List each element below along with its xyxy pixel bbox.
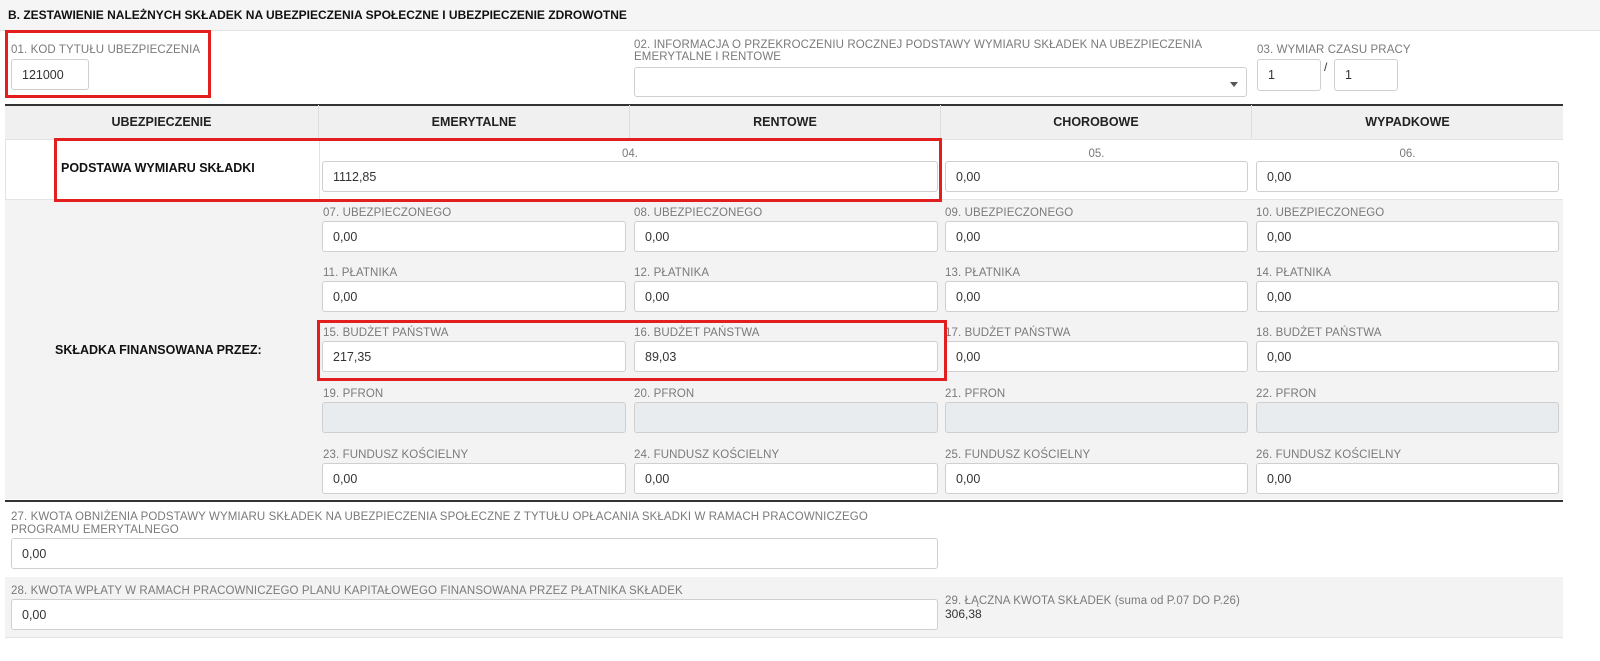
field-19-label: 19. PFRON [323,388,384,400]
field-23-input[interactable]: 0,00 [322,463,626,494]
field-23-label: 23. FUNDUSZ KOŚCIELNY [323,449,469,461]
field-21-label: 21. PFRON [945,388,1006,400]
field-12-input[interactable]: 0,00 [634,281,938,312]
field-08-input[interactable]: 0,00 [634,221,938,252]
field-10-input[interactable]: 0,00 [1256,221,1559,252]
chevron-down-icon [1230,82,1238,87]
row-divider [5,139,1563,140]
field-24-input[interactable]: 0,00 [634,463,938,494]
field-07-label: 07. UBEZPIECZONEGO [323,207,452,219]
field-05-number: 05. [1088,148,1105,160]
field-22-input [1256,402,1559,433]
header-ubezpieczenie: UBEZPIECZENIE [5,105,319,138]
field-25-input[interactable]: 0,00 [945,463,1248,494]
header-wypadkowe: WYPADKOWE [1365,114,1450,129]
skladka-divider [5,500,1563,502]
header-emerytalne: EMERYTALNE [319,105,630,138]
field-27-input[interactable]: 0,00 [11,538,938,569]
field-17-label: 17. BUDŻET PAŃSTWA [945,327,1071,339]
field-17-input[interactable]: 0,00 [945,341,1248,372]
field-07-input[interactable]: 0,00 [322,221,626,252]
field-28-label: 28. KWOTA WPŁATY W RAMACH PRACOWNICZEGO … [11,585,683,597]
field-04-number: 04. [622,148,638,160]
field-19-input [322,402,626,433]
field-14-label: 14. PŁATNIKA [1256,267,1332,279]
work-time-denominator-input[interactable]: 1 [1334,59,1398,91]
field-24-label: 24. FUNDUSZ KOŚCIELNY [634,449,780,461]
col-divider [5,139,6,199]
podstawa-06-input[interactable]: 0,00 [1256,161,1559,192]
field-15-label: 15. BUDŻET PAŃSTWA [323,327,449,339]
field-12-label: 12. PŁATNIKA [634,267,710,279]
podstawa-05-input[interactable]: 0,00 [945,161,1248,192]
field-09-label: 09. UBEZPIECZONEGO [945,207,1074,219]
field-28-input[interactable]: 0,00 [11,599,938,630]
field-09-input[interactable]: 0,00 [945,221,1248,252]
base-exceeded-select[interactable] [634,67,1247,97]
field-29-label: 29. ŁĄCZNA KWOTA SKŁADEK (suma od P.07 D… [945,595,1240,607]
header-rentowe: RENTOWE [630,105,941,138]
field-02-label: 02. INFORMACJA O PRZEKROCZENIU ROCZNEJ P… [634,39,1202,63]
field-20-label: 20. PFRON [634,388,695,400]
field-29-value: 306,38 [945,607,982,621]
field-27-label-line2: PROGRAMU EMERYTALNEGO [11,524,179,536]
field-11-input[interactable]: 0,00 [322,281,626,312]
field-11-label: 11. PŁATNIKA [323,267,398,279]
header-chorobowe: CHOROBOWE [941,105,1252,138]
field-14-input[interactable]: 0,00 [1256,281,1559,312]
bottom-divider [5,637,1563,638]
podstawa-04-input[interactable]: 1112,85 [322,161,938,192]
field-20-input [634,402,938,433]
col-divider [319,139,320,199]
work-time-numerator-input[interactable]: 1 [1257,59,1321,91]
field-22-label: 22. PFRON [1256,388,1317,400]
field-10-label: 10. UBEZPIECZONEGO [1256,207,1385,219]
section-title: B. ZESTAWIENIE NALEŻNYCH SKŁADEK NA UBEZ… [8,8,627,22]
field-13-label: 13. PŁATNIKA [945,267,1021,279]
field-08-label: 08. UBEZPIECZONEGO [634,207,763,219]
skladka-label: SKŁADKA FINANSOWANA PRZEZ: [55,343,262,357]
field-15-input[interactable]: 217,35 [322,341,626,372]
field-01-label: 01. KOD TYTUŁU UBEZPIECZENIA [11,44,201,56]
podstawa-label: PODSTAWA WYMIARU SKŁADKI [61,161,255,175]
field-26-label: 26. FUNDUSZ KOŚCIELNY [1256,449,1402,461]
work-time-separator: / [1324,60,1328,74]
field-06-number: 06. [1399,148,1416,160]
field-21-input [945,402,1248,433]
field-25-label: 25. FUNDUSZ KOŚCIELNY [945,449,1091,461]
field-03-label: 03. WYMIAR CZASU PRACY [1257,44,1411,56]
field-18-input[interactable]: 0,00 [1256,341,1559,372]
field-27-label-line1: 27. KWOTA OBNIŻENIA PODSTAWY WYMIARU SKŁ… [11,511,868,523]
field-18-label: 18. BUDŻET PAŃSTWA [1256,327,1382,339]
row-divider [5,199,1563,200]
field-16-label: 16. BUDŻET PAŃSTWA [634,327,760,339]
field-16-input[interactable]: 89,03 [634,341,938,372]
field-13-input[interactable]: 0,00 [945,281,1248,312]
field-26-input[interactable]: 0,00 [1256,463,1559,494]
insurance-code-input[interactable]: 121000 [11,59,89,90]
